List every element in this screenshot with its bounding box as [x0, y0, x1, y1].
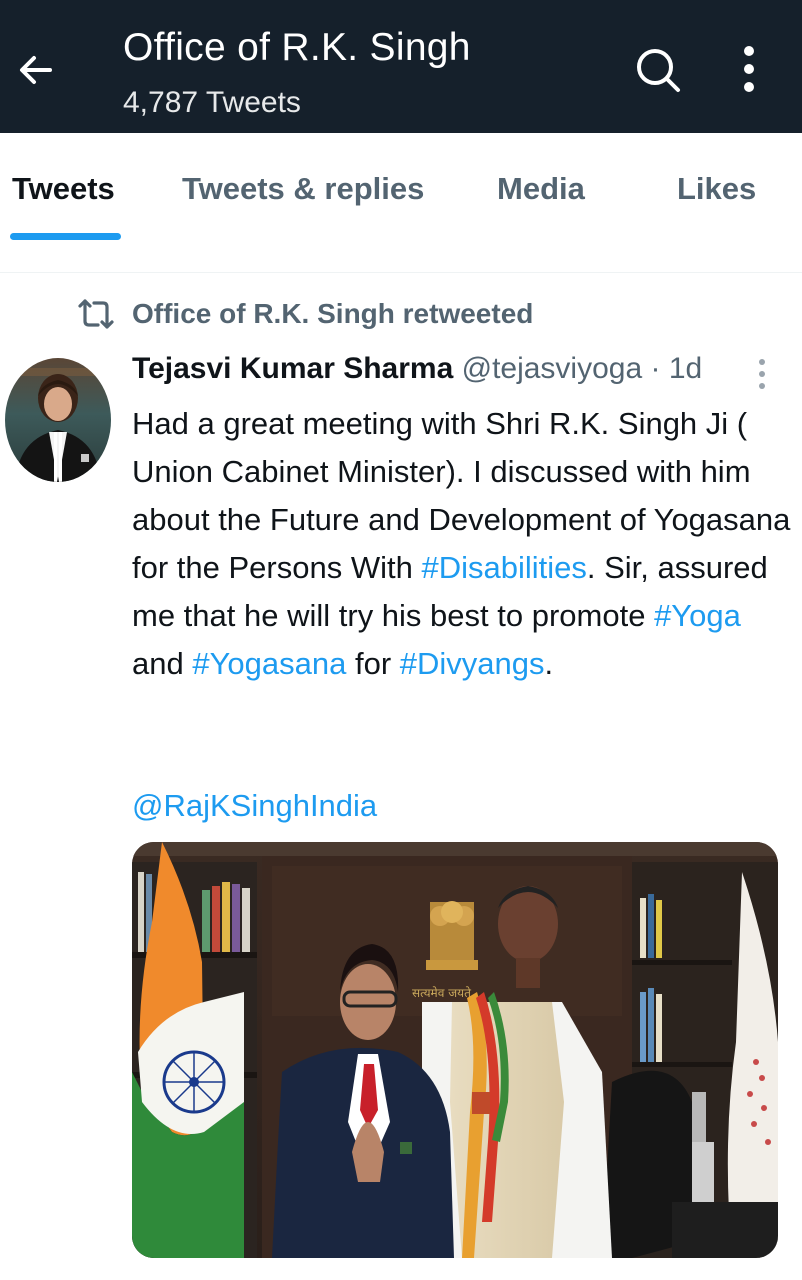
retweet-label: Office of R.K. Singh retweeted: [132, 298, 534, 329]
tab-tweets-replies[interactable]: Tweets & replies: [182, 171, 424, 207]
hashtag-disabilities[interactable]: #Disabilities: [421, 550, 586, 585]
photo-image: सत्यमेव जयते: [132, 842, 778, 1258]
author-avatar-image: [5, 358, 111, 482]
search-button[interactable]: [632, 44, 682, 94]
tab-likes[interactable]: Likes: [677, 171, 756, 207]
tweet-time[interactable]: 1d: [669, 352, 702, 385]
tweet-more-button[interactable]: [748, 356, 776, 392]
hashtag-divyangs[interactable]: #Divyangs: [400, 646, 545, 681]
hashtag-yoga[interactable]: #Yoga: [654, 598, 741, 633]
hashtag-yogasana[interactable]: #Yogasana: [192, 646, 346, 681]
retweet-context: Office of R.K. Singh retweeted: [76, 296, 533, 332]
tweet-text-part: for: [346, 646, 400, 681]
active-tab-indicator: [10, 233, 121, 240]
svg-text:सत्यमेव जयते: सत्यमेव जयते: [412, 986, 472, 1000]
tab-media[interactable]: Media: [497, 171, 585, 207]
tweet-header: Tejasvi Kumar Sharma @tejasviyoga · 1d: [132, 352, 702, 386]
tweet-photo[interactable]: सत्यमेव जयते: [132, 842, 778, 1258]
time-separator: ·: [650, 352, 661, 385]
tweet-count: 4,787 Tweets: [123, 86, 301, 119]
tab-tweets[interactable]: Tweets: [12, 171, 115, 207]
more-options-button[interactable]: [732, 42, 766, 96]
profile-title: Office of R.K. Singh: [123, 26, 471, 69]
profile-tabs: Tweets Tweets & replies Media Likes: [0, 133, 802, 244]
arrow-left-icon: [20, 56, 52, 84]
tweet-text-part: .: [544, 646, 554, 681]
search-icon: [637, 49, 680, 92]
author-name[interactable]: Tejasvi Kumar Sharma: [132, 352, 453, 385]
section-divider: [0, 243, 802, 273]
retweet-icon: [78, 299, 114, 329]
more-vertical-icon: [759, 359, 765, 389]
avatar[interactable]: [5, 358, 111, 482]
mention-link[interactable]: @RajKSinghIndia: [132, 782, 377, 830]
back-button[interactable]: [14, 48, 58, 92]
tweet-text: Had a great meeting with Shri R.K. Singh…: [132, 400, 792, 688]
tweet-text-part: and: [132, 646, 193, 681]
profile-header: Office of R.K. Singh 4,787 Tweets: [0, 0, 802, 133]
more-vertical-icon: [744, 46, 754, 92]
author-handle[interactable]: @tejasviyoga: [462, 352, 643, 385]
